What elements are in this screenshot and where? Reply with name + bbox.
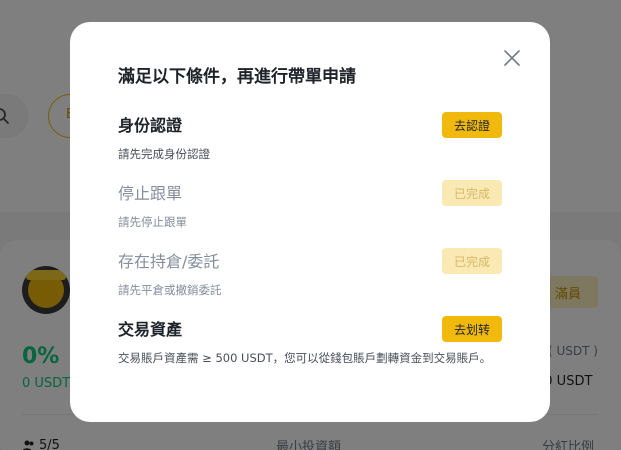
close-icon[interactable] [502, 48, 522, 68]
lead-trade-requirements-modal: 滿足以下條件，再進行帶單申請 身份認證 請先完成身份認證 去認證 停止跟單 請先… [70, 22, 550, 422]
requirement-description: 交易賬戶資產需 ≥ 500 USDT，您可以從錢包賬戶劃轉資金到交易賬戶。 [118, 351, 492, 365]
requirement-name: 存在持倉/委託 [118, 252, 220, 271]
transfer-button[interactable]: 去划转 [442, 316, 502, 342]
verify-button[interactable]: 去認證 [442, 112, 502, 138]
requirement-description: 請先完成身份認證 [118, 147, 210, 161]
requirement-description: 請先平倉或撤銷委託 [118, 283, 222, 297]
requirement-description: 請先停止跟單 [118, 215, 187, 229]
requirement-name: 交易資產 [118, 320, 183, 339]
completed-button: 已完成 [442, 180, 502, 206]
modal-title: 滿足以下條件，再進行帶單申請 [118, 67, 356, 87]
completed-button: 已完成 [442, 248, 502, 274]
requirement-name: 停止跟單 [118, 184, 183, 203]
requirement-name: 身份認證 [118, 116, 183, 135]
